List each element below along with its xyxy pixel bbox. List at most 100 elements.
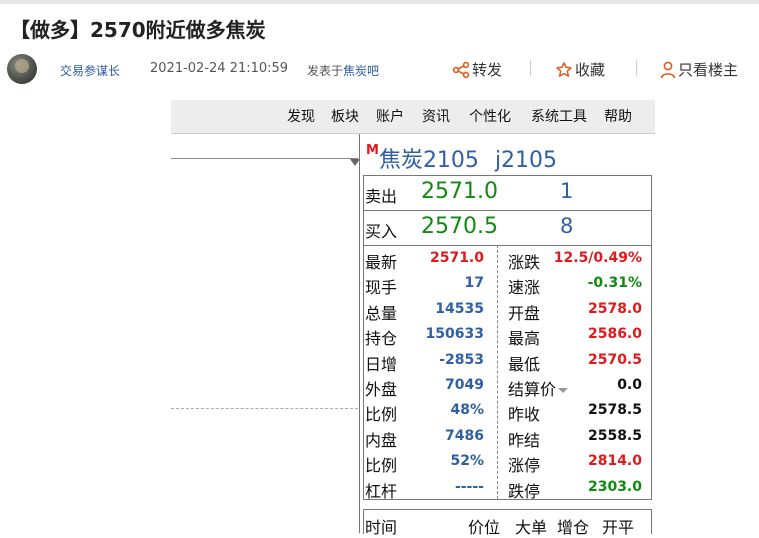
trade-header: 开平 — [602, 518, 635, 537]
quote-field-label: 结算价 — [508, 376, 569, 400]
quote-field-value: 52% — [450, 453, 484, 470]
quote-field-label-text: 速涨 — [508, 278, 541, 298]
quote-grid: 最新 2571.0 涨跌 12.5/0.49% 现手 17 速涨 -0.31% 总量 14535 开… — [363, 245, 652, 502]
quote-field-label-text: 昨结 — [508, 430, 541, 450]
quote-field-value: 2570.5 — [587, 351, 642, 368]
instrument-name: 焦炭2105 — [378, 148, 479, 173]
quote-field-value: 0.0 — [617, 377, 642, 393]
action-divider — [530, 60, 531, 76]
quote-field-value: -0.31% — [587, 275, 642, 292]
author-name[interactable]: 交易参谋长 — [60, 62, 120, 79]
quote-field-label: 速涨 — [508, 274, 540, 298]
quote-field-label: 最高 — [508, 325, 540, 349]
bar-link[interactable]: 焦炭吧 — [343, 64, 379, 78]
quote-field-label: 最低 — [508, 351, 540, 375]
quote-row: 内盘 7486 昨结 2558.5 — [364, 423, 651, 451]
menu-item: 个性化 — [469, 109, 511, 125]
quote-field-value: 2571.0 — [429, 250, 484, 266]
ask-label: 卖出 — [365, 187, 398, 206]
chart-pane — [171, 134, 360, 533]
quote-field-label-text: 最低 — [508, 354, 541, 374]
bid-box: 买入 2570.5 8 — [363, 210, 652, 246]
share-button[interactable]: 转发 — [452, 59, 502, 80]
menu-item: 资讯 — [422, 109, 450, 125]
trade-header: 大单 — [515, 518, 548, 537]
quote-field-label-text: 昨收 — [508, 405, 541, 425]
quote-field-label-text: 开盘 — [508, 303, 541, 323]
top-divider — [0, 0, 759, 4]
author-avatar[interactable] — [7, 54, 37, 84]
quote-field-value: 150633 — [425, 326, 484, 343]
trade-header: 价位 — [468, 518, 501, 537]
quote-field-value: 12.5/0.49% — [553, 250, 642, 266]
post-time: 2021-02-24 21:10:59 — [150, 61, 289, 76]
post-title: 【做多】2570附近做多焦炭 — [10, 18, 266, 42]
only-op-button[interactable]: 只看楼主 — [660, 59, 738, 80]
quote-row: 比例 48% 昨收 2578.5 — [364, 397, 651, 425]
quote-row: 比例 52% 涨停 2814.0 — [364, 448, 651, 476]
chart-divider — [171, 158, 358, 159]
dashed-gridline — [171, 408, 358, 409]
quote-field-label: 杠杆 — [365, 481, 398, 501]
quote-field-value: 7049 — [445, 377, 484, 393]
trade-ticker-header: 时间 价位 大单 增仓 开平 — [363, 509, 652, 537]
quote-field-label: 日增 — [365, 354, 398, 374]
only-op-label: 只看楼主 — [678, 61, 739, 79]
action-divider — [636, 60, 637, 76]
quote-field-value: 2558.5 — [587, 427, 642, 444]
quote-field-label: 现手 — [365, 278, 398, 298]
posted-prefix: 发表于 — [307, 64, 344, 78]
quote-field-value: 2578.5 — [587, 402, 642, 419]
quote-field-label-text: 最高 — [508, 329, 541, 349]
quote-field-value: 2586.0 — [587, 326, 642, 343]
quote-row: 日增 -2853 最低 2570.5 — [364, 347, 651, 375]
favorite-button[interactable]: 收藏 — [555, 59, 605, 80]
bid-label: 买入 — [365, 222, 398, 241]
menu-item: 账户 — [376, 109, 404, 125]
quote-field-label: 涨跌 — [508, 249, 540, 273]
quote-row: 总量 14535 开盘 2578.0 — [364, 296, 651, 323]
share-label: 转发 — [472, 61, 503, 79]
quote-field-label: 最新 — [365, 253, 398, 272]
main-contract-marker: M — [366, 143, 379, 158]
quote-field-label: 涨停 — [508, 452, 540, 476]
quote-field-label: 比例 — [365, 405, 398, 425]
quote-field-value: 2578.0 — [587, 300, 642, 317]
ask-price: 2571.0 — [421, 179, 498, 204]
quote-field-value: 2814.0 — [587, 453, 642, 470]
chevron-down-icon[interactable] — [558, 388, 569, 393]
post-meta: 交易参谋长 2021-02-24 21:10:59 发表于焦炭吧 转发 收藏 只… — [0, 52, 759, 88]
quote-field-value: 17 — [464, 275, 484, 292]
trade-header: 增仓 — [557, 518, 590, 537]
quote-field-value: 2303.0 — [587, 478, 642, 495]
quote-field-value: 14535 — [435, 300, 484, 317]
quote-field-label-text: 涨停 — [508, 456, 541, 476]
quote-field-value: 7486 — [445, 427, 484, 444]
star-icon — [555, 61, 573, 79]
quote-field-label: 内盘 — [365, 430, 398, 450]
quote-field-value: 48% — [450, 402, 484, 419]
ask-box: 卖出 2571.0 1 — [363, 175, 652, 211]
quote-field-label-text: 跌停 — [508, 481, 541, 501]
quote-field-label: 昨结 — [508, 427, 540, 451]
menu-item: 系统工具 — [531, 109, 587, 125]
quote-row: 最新 2571.0 涨跌 12.5/0.49% — [364, 245, 651, 273]
instrument-title: M焦炭2105 j2105 — [366, 142, 557, 174]
quote-row: 现手 17 速涨 -0.31% — [364, 270, 651, 298]
quote-field-label: 外盘 — [365, 380, 398, 399]
quote-field-label-text: 涨跌 — [508, 253, 541, 272]
quote-field-label: 昨收 — [508, 401, 540, 425]
quote-row: 杠杆 ----- 跌停 2303.0 — [364, 474, 651, 502]
quote-row: 持仓 150633 最高 2586.0 — [364, 321, 651, 349]
quote-field-value: ----- — [454, 478, 484, 495]
instrument-code: j2105 — [494, 148, 558, 173]
quote-row: 外盘 7049 结算价 0.0 — [364, 372, 651, 400]
quote-panel: M焦炭2105 j2105 卖出 2571.0 1 买入 2570.5 8 最新 2… — [359, 134, 656, 537]
software-menubar: 发现 板块 账户 资讯 个性化 系统工具 帮助 — [171, 100, 655, 134]
bid-volume: 8 — [560, 214, 574, 238]
menu-item: 帮助 — [604, 109, 632, 125]
quote-field-value: -2853 — [439, 351, 484, 368]
quote-field-label: 比例 — [365, 456, 398, 476]
quote-field-label: 跌停 — [508, 478, 540, 502]
share-icon — [452, 61, 470, 79]
